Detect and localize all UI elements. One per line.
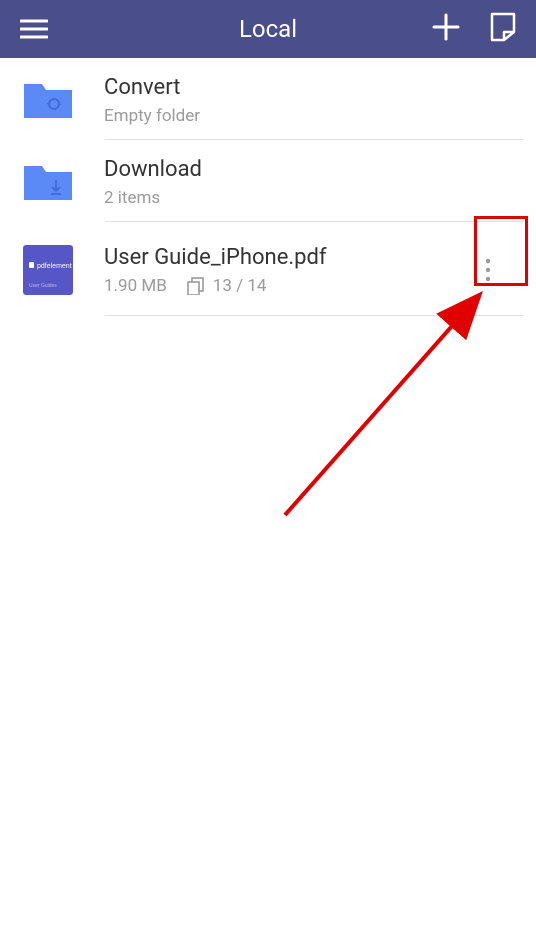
item-meta: 2 items (104, 188, 514, 208)
file-info: User Guide_iPhone.pdf 1.90 MB 13 / 14 (104, 245, 462, 296)
item-meta: Empty folder (104, 106, 514, 126)
item-meta: 1.90 MB 13 / 14 (104, 276, 462, 296)
item-name: User Guide_iPhone.pdf (104, 245, 462, 270)
pages-icon (187, 277, 205, 295)
file-size: 1.90 MB (104, 276, 167, 296)
list-item[interactable]: pdfelement User Guides User Guide_iPhone… (0, 222, 536, 316)
meta-text: Empty folder (104, 106, 200, 126)
menu-icon[interactable] (20, 19, 48, 39)
add-icon[interactable] (432, 13, 460, 45)
file-list: Convert Empty folder Download 2 items (0, 58, 536, 316)
page-count: 13 / 14 (187, 276, 267, 296)
pdf-file-icon: pdfelement User Guides (22, 244, 74, 296)
page-numbers: 13 / 14 (213, 276, 267, 296)
list-item[interactable]: Convert Empty folder (0, 58, 536, 140)
folder-download-icon (22, 156, 74, 208)
folder-sync-icon (22, 74, 74, 126)
svg-text:pdfelement: pdfelement (37, 263, 72, 270)
meta-text: 2 items (104, 188, 160, 208)
item-name: Convert (104, 75, 514, 100)
svg-text:User Guides: User Guides (29, 283, 57, 289)
file-info: Convert Empty folder (104, 75, 514, 126)
more-vertical-icon (485, 258, 491, 282)
list-item[interactable]: Download 2 items (0, 140, 536, 222)
page-title: Local (239, 15, 297, 43)
annotation-arrow (280, 285, 490, 520)
more-options-button[interactable] (462, 238, 514, 302)
note-icon[interactable] (490, 12, 516, 46)
app-header: Local (0, 0, 536, 58)
header-actions (432, 12, 516, 46)
item-name: Download (104, 157, 514, 182)
file-info: Download 2 items (104, 157, 514, 208)
